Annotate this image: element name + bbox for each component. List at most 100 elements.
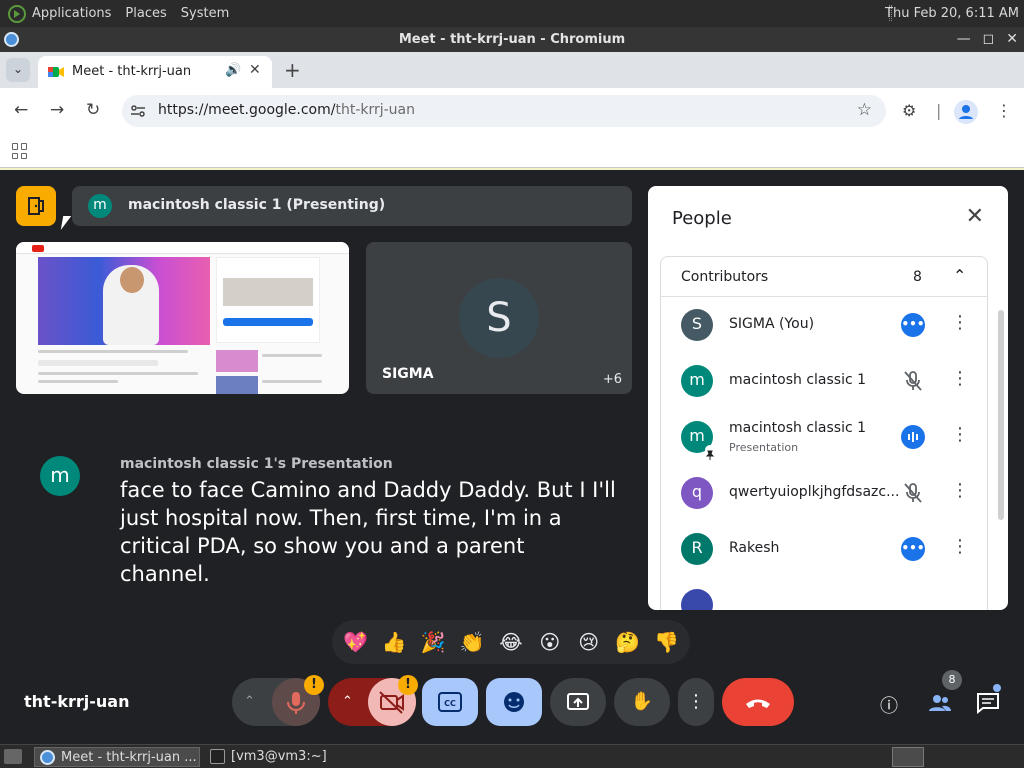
raise-hand-button[interactable]: ✋ [614, 678, 670, 726]
participant-name: macintosh classic 1 [729, 420, 867, 436]
pin-icon [705, 445, 715, 460]
caption-text: face to face Camino and Daddy Daddy. But… [120, 478, 616, 586]
more-options-button[interactable]: ⋮ [678, 678, 714, 726]
close-panel-icon[interactable]: ✕ [966, 204, 984, 229]
hand-icon: ✋ [630, 691, 654, 712]
contributors-label: Contributors [681, 269, 769, 285]
participant-row[interactable]: m macintosh classic 1 ⋮ [661, 353, 987, 409]
show-desktop-icon[interactable] [4, 749, 22, 764]
presenter-avatar: m [88, 194, 112, 218]
tab-search-button[interactable]: ⌄ [6, 58, 30, 82]
menu-system[interactable]: System [181, 6, 229, 21]
participant-row-partial[interactable] [661, 577, 987, 610]
taskbar-item-label: [vm3@vm3:~] [231, 749, 327, 764]
presentation-tile[interactable] [16, 242, 349, 394]
back-icon[interactable]: ← [14, 100, 28, 120]
hang-up-icon [746, 699, 770, 708]
profile-avatar-icon[interactable] [954, 100, 978, 124]
meeting-info-icon[interactable]: ⓘ [880, 692, 898, 718]
participant-name: qwertyuioplkjhgfdsazc... [729, 484, 900, 500]
extensions-icon[interactable]: ⚙ [902, 101, 916, 120]
url-text[interactable]: https://meet.google.com/tht-krrj-uan [158, 102, 415, 118]
presenting-label: macintosh classic 1 (Presenting) [128, 197, 386, 213]
meeting-details-button[interactable] [16, 186, 56, 226]
reload-icon[interactable]: ↻ [86, 100, 100, 120]
os-logo-icon[interactable] [8, 4, 26, 23]
people-scrollbar[interactable] [998, 310, 1004, 520]
tab-meet[interactable]: Meet - tht-krrj-uan 🔊 ✕ [38, 56, 272, 88]
more-options-icon[interactable]: ⋮ [951, 368, 969, 389]
participant-tile[interactable]: S SIGMA +6 [366, 242, 632, 394]
contributors-count: 8 [913, 269, 922, 285]
address-bar[interactable]: https://meet.google.com/tht-krrj-uan ☆ [122, 95, 886, 127]
svg-text:CC: CC [444, 699, 456, 708]
window-title: Meet - tht-krrj-uan - Chromium [398, 32, 626, 47]
present-screen-button[interactable] [550, 678, 606, 726]
video-thumbnail [216, 350, 258, 372]
reaction-clap[interactable]: 👏 [454, 630, 490, 654]
maximize-icon[interactable]: ◻ [983, 27, 995, 52]
participant-name: macintosh classic 1 [729, 372, 867, 388]
more-options-icon[interactable]: ⋮ [951, 312, 969, 333]
participant-row[interactable]: R Rakesh ••• ⋮ [661, 521, 987, 577]
apps-grid-icon[interactable] [12, 143, 28, 159]
contributors-header[interactable]: Contributors 8 ⌃ [661, 257, 987, 297]
reaction-laugh[interactable]: 😂 [493, 630, 529, 654]
participant-row[interactable]: S SIGMA (You) ••• ⋮ [661, 297, 987, 353]
participant-subtitle: Presentation [729, 441, 799, 454]
forward-icon[interactable]: → [50, 100, 64, 120]
mic-off-icon [904, 483, 922, 503]
chevron-up-icon[interactable]: ⌃ [953, 266, 966, 285]
new-tab-icon[interactable]: + [284, 58, 301, 82]
taskbar-item-chromium[interactable]: Meet - tht-krrj-uan ... [34, 747, 200, 767]
mic-warning-icon: ! [304, 675, 324, 695]
reaction-thumbs-up[interactable]: 👍 [376, 630, 412, 654]
participant-row[interactable]: q qwertyuioplkjhgfdsazc... ⋮ [661, 465, 987, 521]
participant-name: Rakesh [729, 540, 780, 556]
tab-bar: ⌄ Meet - tht-krrj-uan 🔊 ✕ + [0, 52, 1024, 88]
participant-avatar: S [681, 309, 713, 341]
door-icon [28, 197, 44, 215]
taskbar-item-terminal[interactable]: [vm3@vm3:~] [205, 747, 345, 767]
browser-menu-icon[interactable]: ⋮ [996, 101, 1012, 120]
chromium-icon [40, 750, 55, 765]
close-window-icon[interactable]: ✕ [1006, 27, 1018, 52]
menu-places[interactable]: Places [125, 6, 166, 21]
taskbar-item-label: Meet - tht-krrj-uan ... [61, 750, 197, 765]
audio-playing-icon[interactable]: 🔊 [225, 63, 241, 78]
mic-off-icon [904, 371, 922, 391]
reaction-heart[interactable]: 💖 [337, 630, 373, 654]
mouse-cursor [60, 216, 72, 230]
reactions-bar: 💖 👍 🎉 👏 😂 😮 😢 🤔 👎 [332, 620, 690, 664]
more-options-icon[interactable]: ⋮ [951, 480, 969, 501]
chat-unread-dot [993, 684, 1001, 692]
os-taskbar: Meet - tht-krrj-uan ... [vm3@vm3:~] [0, 744, 1024, 768]
reaction-sad[interactable]: 😢 [571, 630, 607, 654]
bookmark-star-icon[interactable]: ☆ [857, 100, 872, 120]
chat-icon[interactable] [976, 692, 1000, 719]
tray-chromium-icon[interactable] [892, 747, 924, 767]
site-info-icon[interactable] [130, 103, 146, 119]
reaction-thumbs-down[interactable]: 👎 [648, 630, 684, 654]
close-tab-icon[interactable]: ✕ [249, 62, 261, 78]
reaction-surprised[interactable]: 😮 [532, 630, 568, 654]
reaction-party[interactable]: 🎉 [415, 630, 451, 654]
reactions-button[interactable] [486, 678, 542, 726]
camera-options-chevron-icon[interactable]: ⌃ [342, 678, 353, 726]
captions-button[interactable]: CC [422, 678, 478, 726]
reaction-thinking[interactable]: 🤔 [610, 630, 646, 654]
mic-options-chevron-icon[interactable]: ⌃ [244, 678, 255, 726]
presenting-banner[interactable]: m macintosh classic 1 (Presenting) [72, 186, 632, 226]
more-options-icon[interactable]: ⋮ [951, 536, 969, 557]
browser-toolbar: ← → ↻ https://meet.google.com/tht-krrj-u… [0, 88, 1024, 134]
leave-call-button[interactable] [722, 678, 794, 726]
more-options-icon[interactable]: ⋮ [951, 424, 969, 445]
more-participants-count[interactable]: +6 [603, 372, 622, 387]
caption-speaker-name: macintosh classic 1's Presentation [120, 456, 393, 472]
menu-applications[interactable]: Applications [32, 6, 111, 21]
people-icon[interactable] [928, 692, 952, 719]
people-count-badge: 8 [942, 670, 962, 690]
clock[interactable]: Thu Feb 20, 6:11 AM [885, 6, 1019, 21]
participant-row[interactable]: m macintosh classic 1 Presentation ⋮ [661, 409, 987, 465]
minimize-icon[interactable]: — [957, 27, 971, 52]
